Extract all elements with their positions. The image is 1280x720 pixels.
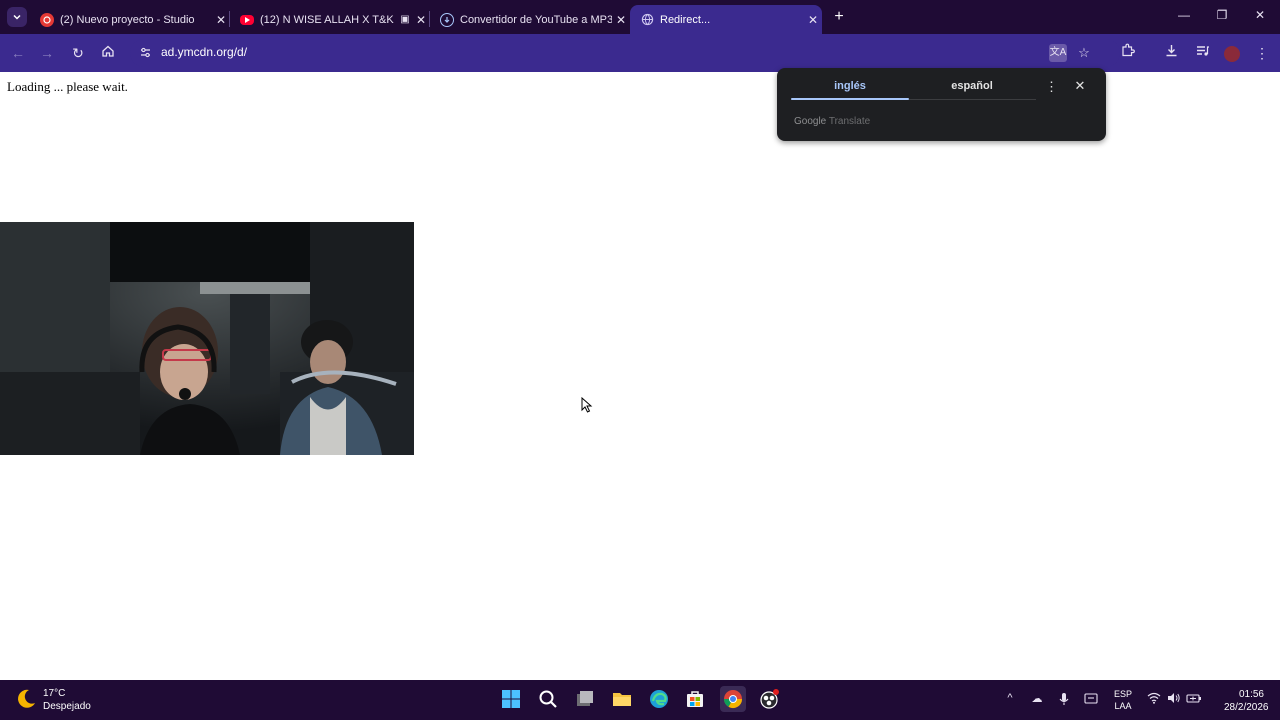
taskbar: 17°C Despejado ^ ☁ ESP LAA 01:56 28/2/20… (0, 680, 1280, 720)
moon-icon[interactable] (14, 687, 38, 711)
close-window-icon[interactable]: ✕ (1250, 8, 1270, 22)
translate-tab-source[interactable]: inglés (791, 80, 909, 92)
studio-icon (40, 12, 54, 27)
battery-icon[interactable] (1186, 692, 1202, 707)
browser-toolbar: ← → ↻ ad.ymcdn.org/d/ 文A ☆ ⋮ (0, 34, 1280, 72)
tab-converter[interactable]: Convertidor de YouTube a MP3 ✕ (430, 5, 630, 34)
clock-time: 01:56 (1238, 689, 1264, 700)
microphone-icon[interactable] (1056, 692, 1072, 709)
wifi-icon[interactable] (1146, 692, 1162, 707)
tab-strip: (2) Nuevo proyecto - Studio ✕ (12) N WIS… (0, 0, 1280, 34)
globe-icon (640, 13, 654, 27)
translate-tab-indicator (791, 98, 909, 100)
site-info-icon[interactable] (138, 46, 152, 60)
chevron-up-icon[interactable]: ^ (1002, 692, 1018, 704)
downloads-icon[interactable] (1161, 43, 1181, 63)
mouse-cursor-icon (581, 396, 593, 418)
close-tab-icon[interactable]: ✕ (612, 13, 630, 27)
url-text: ad.ymcdn.org/d/ (161, 45, 248, 59)
minimize-icon[interactable]: — (1174, 8, 1194, 22)
tab-title: (12) N WISE ALLAH X T&K (260, 13, 394, 26)
close-tab-icon[interactable]: ✕ (804, 13, 822, 27)
search-icon[interactable] (536, 687, 560, 711)
weather-temp: 17°C (43, 688, 66, 699)
task-view-icon[interactable] (573, 687, 597, 711)
translate-tab-target[interactable]: español (913, 80, 1031, 92)
back-icon[interactable]: ← (8, 43, 28, 63)
tab-title: Convertidor de YouTube a MP3 (460, 13, 612, 26)
new-tab-button[interactable]: + (830, 8, 848, 26)
chevron-down-icon (13, 14, 21, 20)
obs-record-icon[interactable] (757, 687, 781, 711)
lang-region: LAA (1114, 701, 1132, 711)
address-bar[interactable]: ad.ymcdn.org/d/ 文A ☆ (130, 39, 1120, 67)
notification-icon[interactable] (1083, 692, 1099, 707)
system-clock[interactable]: 01:56 28/2/2026 (1224, 688, 1269, 714)
close-tab-icon[interactable]: ✕ (212, 13, 230, 27)
windows-start-icon[interactable] (499, 687, 523, 711)
weather-condition: Despejado (43, 701, 91, 712)
volume-icon[interactable] (1166, 692, 1182, 707)
more-menu-icon[interactable]: ⋮ (1252, 43, 1272, 63)
loading-message: Loading ... please wait. (7, 79, 128, 94)
tab-youtube[interactable]: (12) N WISE ALLAH X T&K ▣ ✕ (230, 5, 430, 34)
reload-icon[interactable]: ↻ (68, 43, 88, 63)
tab-title: (2) Nuevo proyecto - Studio (60, 13, 195, 26)
tab-title: Redirect... (660, 13, 711, 26)
tab-redirect[interactable]: Redirect... ✕ (630, 5, 822, 34)
media-controls-icon[interactable] (1192, 43, 1212, 63)
youtube-icon (240, 14, 254, 25)
file-explorer-icon[interactable] (610, 687, 634, 711)
chrome-icon[interactable] (720, 686, 746, 712)
webcam-feed-image (0, 222, 414, 455)
lang-code: ESP (1113, 689, 1132, 699)
google-translate-brand: Google Translate (794, 116, 870, 127)
tab-search-button[interactable] (7, 7, 27, 27)
bookmark-star-icon[interactable]: ☆ (1075, 44, 1093, 62)
close-tab-icon[interactable]: ✕ (412, 13, 430, 27)
translate-close-icon[interactable]: ✕ (1073, 78, 1087, 94)
profile-avatar[interactable] (1222, 43, 1242, 63)
clock-date: 28/2/2026 (1224, 702, 1269, 713)
download-icon (440, 12, 454, 27)
forward-icon[interactable]: → (37, 43, 57, 63)
home-icon[interactable] (98, 43, 118, 63)
microsoft-store-icon[interactable] (683, 687, 707, 711)
onedrive-icon[interactable]: ☁ (1029, 692, 1045, 705)
input-language[interactable]: ESP LAA (1112, 688, 1134, 712)
translate-options-icon[interactable]: ⋮ (1045, 79, 1058, 95)
translate-popup: inglés español ⋮ ✕ Google Translate (777, 68, 1106, 141)
translate-icon[interactable]: 文A (1049, 44, 1067, 62)
restore-icon[interactable]: ❐ (1212, 8, 1232, 22)
brand-google: Google (794, 116, 827, 127)
edge-browser-icon[interactable] (647, 687, 671, 711)
screen-cast-icon: ▣ (400, 14, 410, 25)
tab-studio[interactable]: (2) Nuevo proyecto - Studio ✕ (30, 5, 230, 34)
brand-translate: Translate (828, 116, 871, 127)
webcam-overlay (0, 222, 414, 455)
extensions-icon[interactable] (1117, 43, 1137, 63)
